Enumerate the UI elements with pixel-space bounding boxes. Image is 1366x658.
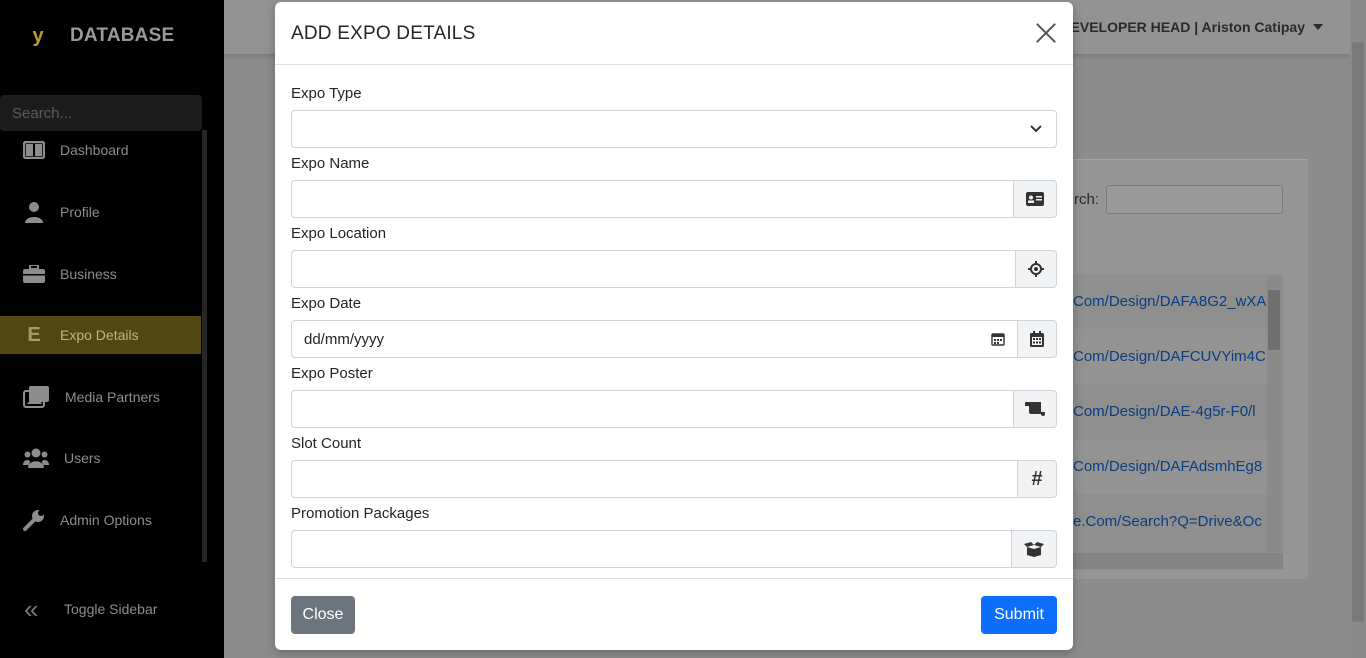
table-row[interactable]: e.Com/Search?Q=Drive&Oc: [1060, 494, 1267, 549]
id-card-icon: [1014, 180, 1057, 218]
submit-button[interactable]: Submit: [981, 596, 1057, 634]
expo-type-field: Expo Type: [291, 83, 1057, 148]
chevron-down-icon: [1030, 125, 1042, 133]
sidebar-scrollbar[interactable]: [202, 130, 207, 562]
sidebar-item-expo-details[interactable]: E Expo Details: [0, 316, 201, 354]
expo-type-label: Expo Type: [291, 85, 362, 102]
expo-poster-input[interactable]: [291, 390, 1014, 428]
table-row[interactable]: Com/Design/DAFAdsmhEg8: [1060, 439, 1267, 494]
toggle-sidebar-label: Toggle Sidebar: [64, 601, 158, 617]
table-row[interactable]: Com/Design/DAE-4g5r-F0/l: [1060, 384, 1267, 439]
slot-count-field: Slot Count #: [291, 433, 1057, 498]
modal-header: ADD EXPO DETAILS: [275, 2, 1073, 65]
sidebar-item-business[interactable]: Business: [0, 255, 201, 293]
sidebar: y DATABASE Dashboard Profile Business E …: [0, 0, 224, 658]
sidebar-item-admin-options[interactable]: Admin Options: [0, 501, 201, 539]
caret-down-icon: [1313, 24, 1323, 30]
hashtag-icon: #: [1018, 460, 1057, 498]
promotion-packages-input[interactable]: [291, 530, 1012, 568]
sidebar-item-label: Business: [60, 266, 117, 282]
sidebar-search-input[interactable]: [0, 95, 202, 131]
expo-location-label: Expo Location: [291, 225, 387, 242]
user-menu[interactable]: DEVELOPER HEAD | Ariston Catipay: [1060, 19, 1323, 35]
letter-e-icon: E: [27, 323, 41, 346]
table-scroll-thumb[interactable]: [1268, 290, 1280, 350]
date-picker-icon[interactable]: [991, 332, 1005, 346]
slot-count-input[interactable]: [291, 460, 1018, 498]
double-chevron-left-icon: «: [24, 594, 39, 624]
brand[interactable]: y DATABASE: [24, 22, 174, 50]
table-search-label: rch:: [1074, 191, 1100, 208]
sidebar-item-label: Media Partners: [65, 389, 160, 405]
expo-type-select[interactable]: [291, 110, 1057, 148]
wrench-icon: [23, 509, 45, 531]
table-search-input[interactable]: [1106, 185, 1283, 214]
columns-icon: [23, 139, 45, 161]
brand-title: DATABASE: [70, 25, 175, 46]
sidebar-item-label: Expo Details: [60, 327, 139, 343]
user-icon: [23, 201, 45, 223]
expo-date-placeholder: dd/mm/yyyy: [304, 330, 385, 348]
close-button[interactable]: Close: [291, 596, 355, 634]
box-open-icon: [1012, 530, 1057, 568]
modal-footer: Close Submit: [275, 578, 1073, 650]
modal-title: ADD EXPO DETAILS: [291, 23, 476, 44]
expo-location-field: Expo Location: [291, 223, 1057, 288]
close-icon[interactable]: [1035, 22, 1057, 44]
crosshairs-icon: [1016, 250, 1057, 288]
table-row[interactable]: Com/Design/DAFCUVYim4C: [1060, 329, 1267, 384]
expo-name-label: Expo Name: [291, 155, 370, 172]
scroll-icon: [1014, 390, 1057, 428]
expo-date-input[interactable]: dd/mm/yyyy: [291, 320, 1018, 358]
sidebar-item-label: Users: [64, 450, 101, 466]
sidebar-item-dashboard[interactable]: Dashboard: [0, 131, 201, 169]
promotion-packages-label: Promotion Packages: [291, 505, 430, 522]
slot-count-label: Slot Count: [291, 435, 362, 452]
user-name-text: DEVELOPER HEAD | Ariston Catipay: [1060, 19, 1305, 35]
data-table: Com/Design/DAFA8G2_wXA Com/Design/DAFCUV…: [1060, 274, 1283, 570]
expo-date-field: Expo Date dd/mm/yyyy: [291, 293, 1057, 358]
photos-icon: [23, 386, 50, 408]
table-horizontal-scrollbar[interactable]: [1060, 553, 1283, 569]
sidebar-item-users[interactable]: Users: [0, 439, 201, 477]
expo-name-input[interactable]: [291, 180, 1014, 218]
sidebar-item-profile[interactable]: Profile: [0, 193, 201, 231]
expo-poster-field: Expo Poster: [291, 363, 1057, 428]
sidebar-item-label: Profile: [60, 204, 100, 220]
users-icon: [23, 447, 49, 469]
expo-location-input[interactable]: [291, 250, 1016, 288]
expo-name-field: Expo Name: [291, 153, 1057, 218]
sidebar-item-label: Dashboard: [60, 142, 129, 158]
toggle-sidebar-button[interactable]: « Toggle Sidebar: [0, 590, 201, 628]
expo-poster-label: Expo Poster: [291, 365, 373, 382]
expo-date-label: Expo Date: [291, 295, 362, 312]
briefcase-icon: [23, 263, 45, 285]
calendar-icon: [1018, 320, 1057, 358]
sidebar-item-label: Admin Options: [60, 512, 152, 528]
promotion-packages-field: Promotion Packages: [291, 503, 1057, 568]
sidebar-item-media-partners[interactable]: Media Partners: [0, 378, 201, 416]
table-row[interactable]: Com/Design/DAFA8G2_wXA: [1060, 274, 1267, 329]
add-expo-modal: ADD EXPO DETAILS Expo Type Expo Name Exp…: [275, 2, 1073, 650]
brand-logo-icon: y: [32, 25, 44, 47]
page-scroll-thumb[interactable]: [1352, 42, 1364, 622]
